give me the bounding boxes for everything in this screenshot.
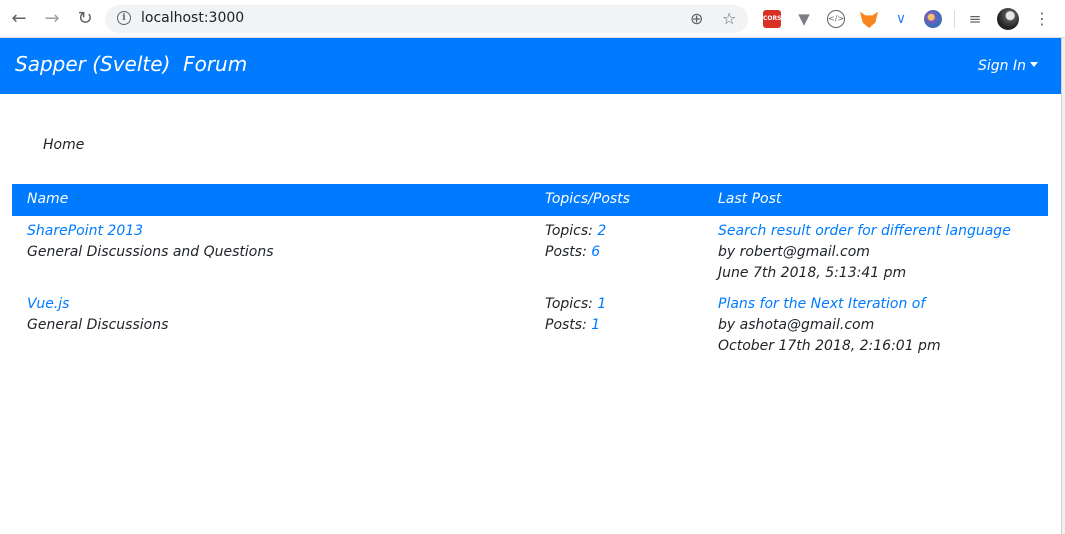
topics-label: Topics: [545, 296, 593, 312]
last-post-title-link[interactable]: Search result order for different langua… [718, 223, 1011, 239]
forward-arrow-icon[interactable]: → [41, 8, 63, 30]
layers-extension-icon[interactable]: ∨ [892, 10, 910, 28]
app-viewport: Sapper (Svelte) Forum Sign In Home Name … [0, 38, 1061, 534]
table-row: SharePoint 2013 General Discussions and … [12, 216, 1048, 289]
zoom-plus-icon[interactable]: ⊕ [690, 10, 703, 28]
forum-table: Name Topics/Posts Last Post SharePoint 2… [12, 184, 1048, 362]
posts-count-link[interactable]: 6 [591, 244, 600, 260]
browser-toolbar: ← → ↻ i localhost:3000 ⊕ ☆ CORS ▼ </> ∨ … [0, 0, 1065, 38]
topics-label: Topics: [545, 223, 593, 239]
last-post-title-link[interactable]: Plans for the Next Iteration of [718, 296, 925, 312]
sign-in-label[interactable]: Sign In [978, 58, 1026, 74]
last-post-author: by robert@gmail.com [718, 244, 870, 260]
table-row: Vue.js General Discussions Topics: 1 Pos… [12, 289, 1048, 362]
media-queue-icon[interactable]: ≡ [966, 10, 984, 28]
browser-menu-icon[interactable]: ⋮ [1034, 8, 1050, 30]
globe-extension-icon[interactable] [924, 10, 942, 28]
header-topics-posts: Topics/Posts [545, 191, 630, 207]
topics-count-link[interactable]: 1 [597, 296, 606, 312]
forum-description: General Discussions [27, 317, 169, 333]
posts-label: Posts: [545, 317, 587, 333]
forum-name-link[interactable]: SharePoint 2013 [27, 223, 143, 239]
forum-name-link[interactable]: Vue.js [27, 296, 69, 312]
address-bar[interactable]: i localhost:3000 ⊕ ☆ [105, 5, 748, 33]
reload-icon[interactable]: ↻ [74, 8, 96, 30]
header-last-post: Last Post [718, 191, 782, 207]
vue-devtools-extension-icon[interactable]: ▼ [795, 10, 813, 28]
metamask-fox-icon[interactable] [860, 11, 878, 28]
last-post-author: by ashota@gmail.com [718, 317, 875, 333]
table-header: Name Topics/Posts Last Post [12, 184, 1048, 216]
forum-description: General Discussions and Questions [27, 244, 274, 260]
posts-label: Posts: [545, 244, 587, 260]
profile-avatar[interactable] [997, 8, 1019, 30]
brand-title[interactable]: Sapper (Svelte) Forum [15, 52, 247, 76]
breadcrumb-home[interactable]: Home [43, 137, 84, 153]
last-post-date: October 17th 2018, 2:16:01 pm [718, 338, 941, 354]
top-navbar: Sapper (Svelte) Forum Sign In [0, 38, 1061, 94]
caret-down-icon[interactable] [1030, 61, 1038, 67]
last-post-date: June 7th 2018, 5:13:41 pm [718, 265, 907, 281]
breadcrumb: Home [43, 137, 84, 153]
code-extension-icon[interactable]: </> [827, 10, 845, 28]
topics-count-link[interactable]: 2 [597, 223, 606, 239]
posts-count-link[interactable]: 1 [591, 317, 600, 333]
toolbar-divider [954, 10, 955, 28]
sign-in-dropdown[interactable]: Sign In [978, 58, 1038, 74]
header-name: Name [27, 191, 69, 207]
cors-extension-icon[interactable]: CORS [763, 10, 781, 28]
window-right-edge [1061, 38, 1065, 534]
back-arrow-icon[interactable]: ← [8, 8, 30, 30]
address-bar-url[interactable]: localhost:3000 [141, 10, 244, 26]
site-info-icon[interactable]: i [117, 11, 131, 25]
bookmark-star-icon[interactable]: ☆ [722, 10, 736, 28]
